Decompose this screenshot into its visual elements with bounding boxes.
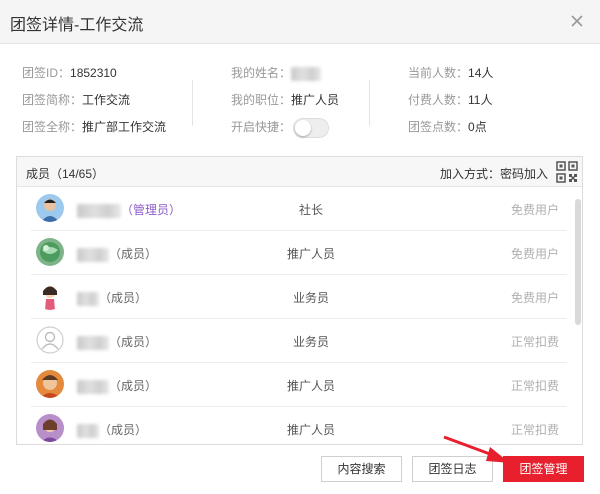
divider: [369, 80, 370, 126]
avatar: [36, 414, 64, 442]
current-count-row: 当前人数：14人: [408, 66, 494, 80]
member-type: 正常扣费: [510, 379, 559, 393]
members-list: （管理员） 社长 免费用户 （成员） 推广人员 免费用户 （成员） 业务员 免费…: [31, 187, 567, 444]
avatar: [36, 194, 64, 222]
toggle-knob: [295, 119, 312, 136]
paid-count-row: 付费人数：11人: [408, 93, 493, 107]
default-user-icon: [36, 326, 64, 354]
group-log-button[interactable]: 团签日志: [412, 456, 493, 482]
window-title: 团签详情-工作交流: [10, 17, 144, 34]
member-row[interactable]: （管理员） 社长 免费用户: [31, 187, 567, 231]
member-position: 推广人员: [286, 247, 335, 261]
member-position: 业务员: [292, 335, 329, 349]
group-manage-button[interactable]: 团签管理: [503, 456, 584, 482]
member-position: 业务员: [292, 291, 329, 305]
member-row[interactable]: （成员） 推广人员 免费用户: [31, 231, 567, 275]
close-icon[interactable]: [568, 12, 586, 30]
member-type: 免费用户: [510, 203, 559, 217]
member-type: 免费用户: [510, 291, 559, 305]
group-id-row: 团签ID：1852310: [22, 66, 117, 80]
scrollbar[interactable]: [575, 199, 581, 325]
member-row[interactable]: （成员） 业务员 免费用户: [31, 275, 567, 319]
member-position: 推广人员: [286, 423, 335, 437]
quick-toggle-row: 开启快捷：: [231, 114, 339, 141]
group-shortname-row: 团签简称：工作交流: [22, 93, 131, 107]
member-position: 社长: [298, 203, 323, 217]
member-role: （管理员）: [121, 203, 182, 217]
title-bar: 团签详情-工作交流: [0, 0, 600, 44]
group-fullname-row: 团签全称：推广部工作交流: [22, 120, 167, 134]
info-col-2: 我的姓名： 我的职位：推广人员 开启快捷：: [231, 60, 339, 141]
divider: [192, 80, 193, 126]
member-type: 正常扣费: [510, 335, 559, 349]
info-col-1: 团签ID：1852310 团签简称：工作交流 团签全称：推广部工作交流: [22, 60, 166, 141]
member-count: 成员（14/65）: [26, 167, 105, 181]
member-name: （成员）: [77, 377, 157, 394]
member-row[interactable]: （成员） 业务员 正常扣费: [31, 319, 567, 363]
members-panel: 成员（14/65） 加入方式：密码加入 （管理员） 社长 免费用户 （成员） 推…: [16, 156, 583, 445]
group-info: 团签ID：1852310 团签简称：工作交流 团签全称：推广部工作交流 我的姓名…: [0, 60, 600, 144]
points-row: 团签点数：0点: [408, 120, 487, 134]
quick-toggle[interactable]: [293, 117, 330, 138]
qr-code-icon[interactable]: [556, 161, 578, 183]
member-role: （成员）: [109, 379, 158, 393]
avatar: [36, 370, 64, 398]
avatar: [36, 282, 64, 310]
my-position-row: 我的职位：推广人员: [231, 93, 340, 107]
content-search-button[interactable]: 内容搜索: [321, 456, 402, 482]
member-name: （成员）: [77, 421, 147, 438]
member-name: （成员）: [77, 289, 147, 306]
my-name-row: 我的姓名：: [231, 60, 339, 87]
member-row[interactable]: （成员） 推广人员 正常扣费: [31, 363, 567, 407]
member-role: （成员）: [99, 423, 148, 437]
member-role: （成员）: [109, 335, 158, 349]
member-role: （成员）: [109, 247, 158, 261]
member-name: （管理员）: [77, 201, 181, 218]
member-name: （成员）: [77, 333, 157, 350]
avatar: [36, 238, 64, 266]
member-type: 免费用户: [510, 247, 559, 261]
member-role: （成员）: [99, 291, 148, 305]
member-position: 推广人员: [286, 379, 335, 393]
member-row[interactable]: （成员） 推广人员 正常扣费: [31, 407, 567, 444]
members-header: 成员（14/65） 加入方式：密码加入: [17, 157, 582, 187]
info-col-3: 当前人数：14人 付费人数：11人 团签点数：0点: [408, 60, 493, 141]
member-name: （成员）: [77, 245, 157, 262]
join-method: 加入方式：密码加入: [439, 167, 548, 181]
member-type: 正常扣费: [510, 423, 559, 437]
blurred-name: [291, 66, 322, 81]
